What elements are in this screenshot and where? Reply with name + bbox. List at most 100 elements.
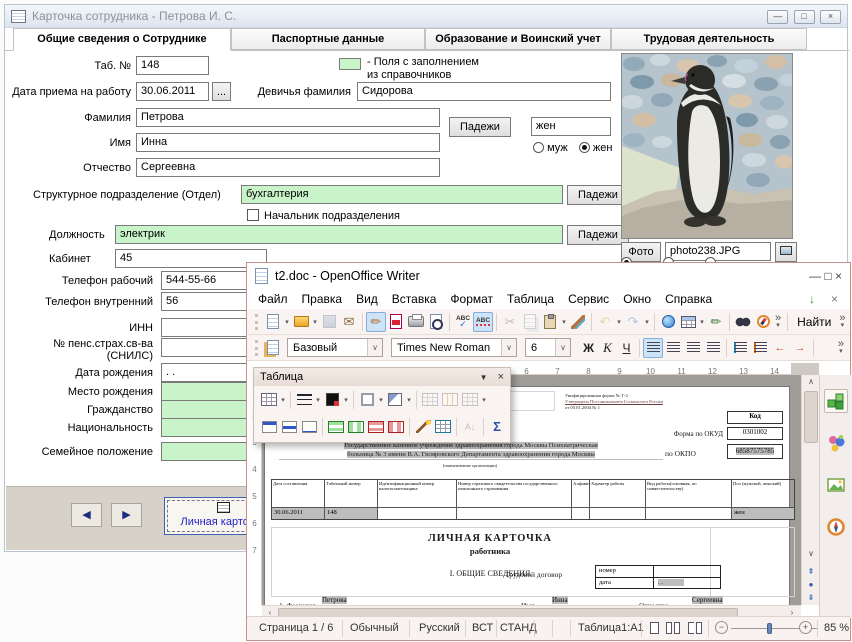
scroll-down-icon[interactable]: ∨ <box>803 547 819 560</box>
menu-table[interactable]: Таблица <box>500 290 561 308</box>
writer-titlebar[interactable]: t2.doc - OpenOffice Writer — □ × <box>247 263 850 288</box>
menu-insert[interactable]: Вставка <box>385 290 444 308</box>
sidebar-gallery-icon[interactable] <box>824 473 848 497</box>
align-top-icon[interactable] <box>259 417 279 437</box>
status-zoom-percent[interactable]: 85 % <box>824 622 849 634</box>
cut-icon[interactable]: ✂ <box>500 312 520 332</box>
toolbar-overflow-icon[interactable]: »▾ <box>775 315 781 329</box>
sidebar-navigator-icon[interactable] <box>824 515 848 539</box>
page-preview-icon[interactable] <box>426 312 446 332</box>
vertical-scrollbar[interactable]: ∧ ∨ ⇞ ● ⇟ <box>801 375 819 605</box>
align-bottom-icon[interactable] <box>299 417 319 437</box>
optimize-icon[interactable] <box>460 390 480 410</box>
merge-cells-icon[interactable] <box>420 390 440 410</box>
align-left-icon[interactable] <box>643 338 663 358</box>
zoom-out-icon[interactable]: − <box>715 621 728 634</box>
close-icon[interactable]: × <box>820 10 841 24</box>
table-toolbar-titlebar[interactable]: Таблица ▼ × <box>254 368 510 386</box>
writer-close-icon[interactable]: × <box>835 269 842 283</box>
hire-date-input[interactable]: 30.06.2011 <box>136 82 209 101</box>
format-paintbrush-icon[interactable] <box>568 312 588 332</box>
auto-spellcheck-icon[interactable]: ABC <box>473 312 493 332</box>
borders-dropdown-icon[interactable]: ▾ <box>377 396 385 404</box>
autoformat-icon[interactable] <box>413 417 433 437</box>
toolbar-grip[interactable] <box>255 314 258 330</box>
hire-date-browse-button[interactable]: ... <box>212 82 231 101</box>
book-view-icon[interactable] <box>688 622 704 634</box>
open-icon[interactable] <box>291 312 311 332</box>
align-right-icon[interactable] <box>683 338 703 358</box>
prev-record-button[interactable]: ◀ <box>71 503 102 527</box>
increase-indent-icon[interactable]: → <box>790 338 810 358</box>
employee-window-titlebar[interactable]: Карточка сотрудника - Петрова И. С. — □ … <box>5 5 847 28</box>
previous-page-icon[interactable]: ⇞ <box>803 565 819 578</box>
copy-icon[interactable] <box>520 312 540 332</box>
hyperlink-icon[interactable] <box>658 312 678 332</box>
tab-num-input[interactable]: 148 <box>136 56 209 75</box>
gender-padezhi-button[interactable]: Падежи <box>449 117 511 137</box>
insert-row-icon[interactable] <box>326 417 346 437</box>
find-replace-icon[interactable] <box>733 312 753 332</box>
save-icon[interactable] <box>319 312 339 332</box>
menu-format[interactable]: Формат <box>443 290 500 308</box>
tab-education-military[interactable]: Образование и Воинский учет <box>425 28 611 50</box>
tab-work-activity[interactable]: Трудовая деятельность <box>611 28 807 50</box>
menu-view[interactable]: Вид <box>349 290 385 308</box>
gender-input[interactable]: жен <box>531 117 611 136</box>
sidebar-styles-icon[interactable] <box>824 431 848 455</box>
middle-name-input[interactable]: Сергеевна <box>136 158 440 177</box>
zoom-slider-thumb[interactable] <box>767 623 772 634</box>
update-available-icon[interactable]: ↓ <box>801 292 823 306</box>
menu-edit[interactable]: Правка <box>295 290 350 308</box>
delete-row-icon[interactable] <box>366 417 386 437</box>
center-vertical-icon[interactable] <box>279 417 299 437</box>
navigator-icon[interactable] <box>753 312 773 332</box>
find-toolbar-label[interactable]: Найти <box>797 315 831 329</box>
position-input[interactable]: электрик <box>115 225 563 244</box>
open-dropdown-icon[interactable]: ▾ <box>311 318 319 326</box>
writer-minimize-icon[interactable]: — <box>809 269 821 283</box>
dept-padezhi-button[interactable]: Падежи <box>567 185 629 205</box>
tab-passport-data[interactable]: Паспортные данные <box>231 28 425 50</box>
undo-dropdown-icon[interactable]: ▾ <box>615 318 623 326</box>
delete-column-icon[interactable] <box>386 417 406 437</box>
line-style-icon[interactable] <box>294 390 314 410</box>
single-page-view-icon[interactable] <box>650 622 661 634</box>
vscroll-thumb[interactable] <box>804 391 818 443</box>
print-icon[interactable] <box>406 312 426 332</box>
table-insert-dropdown-icon[interactable]: ▾ <box>279 396 287 404</box>
export-pdf-icon[interactable] <box>386 312 406 332</box>
draw-functions-icon[interactable]: ✏ <box>706 312 726 332</box>
formatting-overflow-icon[interactable]: »▾ <box>838 341 844 355</box>
menu-window[interactable]: Окно <box>616 290 658 308</box>
table-properties-icon[interactable] <box>433 417 453 437</box>
line-style-dropdown-icon[interactable]: ▾ <box>314 396 322 404</box>
gender-female-radio[interactable] <box>579 142 590 153</box>
multi-page-view-icon[interactable] <box>666 622 682 634</box>
table-toolbar-menu-icon[interactable]: ▼ <box>480 373 488 382</box>
font-size-combo[interactable]: 6∨ <box>525 338 571 357</box>
background-dropdown-icon[interactable]: ▾ <box>405 396 413 404</box>
new-dropdown-icon[interactable]: ▾ <box>283 318 291 326</box>
status-selection-mode[interactable]: СТАНД <box>500 622 537 634</box>
insert-column-icon[interactable] <box>346 417 366 437</box>
spellcheck-icon[interactable]: ABC✓ <box>453 312 473 332</box>
menu-file[interactable]: Файл <box>251 290 295 308</box>
sidebar-properties-icon[interactable] <box>824 389 848 413</box>
font-name-combo[interactable]: Times New Roman∨ <box>391 338 517 357</box>
background-color-icon[interactable] <box>385 390 405 410</box>
next-page-icon[interactable]: ⇟ <box>803 591 819 604</box>
split-cells-icon[interactable] <box>440 390 460 410</box>
bullet-list-icon[interactable] <box>750 338 770 358</box>
table-insert-icon[interactable] <box>259 390 279 410</box>
paragraph-style-combo[interactable]: Базовый∨ <box>287 338 383 357</box>
next-record-button[interactable]: ▶ <box>111 503 142 527</box>
align-center-icon[interactable] <box>663 338 683 358</box>
undo-icon[interactable]: ↶ <box>595 312 615 332</box>
borders-icon[interactable] <box>357 390 377 410</box>
writer-maximize-icon[interactable]: □ <box>824 269 831 283</box>
paste-dropdown-icon[interactable]: ▾ <box>560 318 568 326</box>
head-of-dept-checkbox[interactable] <box>247 209 259 221</box>
status-page[interactable]: Страница 1 / 6 <box>259 622 333 634</box>
italic-button[interactable]: К <box>598 338 617 357</box>
